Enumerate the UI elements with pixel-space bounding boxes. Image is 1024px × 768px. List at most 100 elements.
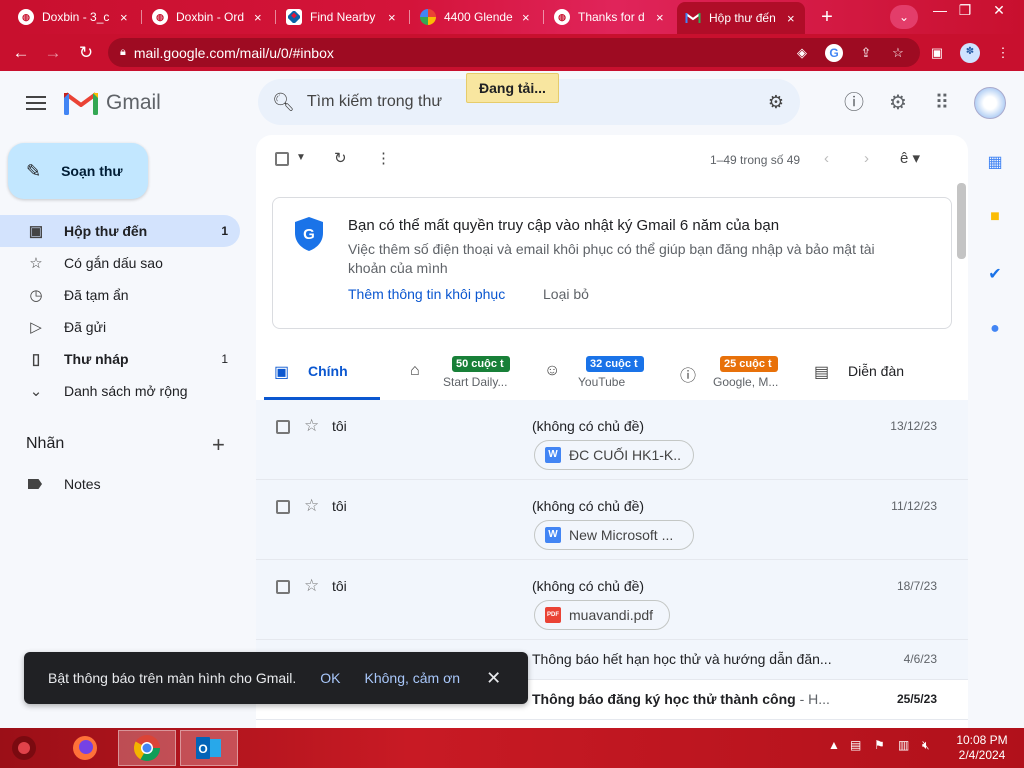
- account-avatar[interactable]: [974, 87, 1006, 119]
- tab-divider: [409, 10, 410, 24]
- select-all-checkbox[interactable]: [275, 152, 289, 166]
- close-icon[interactable]: ✕: [486, 668, 501, 689]
- input-tools-icon[interactable]: ê ▾: [900, 149, 920, 167]
- attachment-chip[interactable]: W ĐC CUỐI HK1-K...: [534, 440, 694, 470]
- browser-tab[interactable]: Find Nearby ×: [278, 3, 406, 31]
- system-clock[interactable]: 10:08 PM 2/4/2024: [952, 733, 1012, 763]
- nav-inbox[interactable]: ▣ Hộp thư đến 1: [0, 215, 240, 247]
- star-icon[interactable]: ☆: [304, 496, 319, 516]
- settings-gear-icon[interactable]: ⚙: [886, 91, 910, 115]
- action-center-flag-icon[interactable]: ⚑: [874, 738, 885, 752]
- side-panel-icon[interactable]: ▣: [928, 44, 946, 62]
- taskbar-outlook[interactable]: O: [180, 730, 238, 766]
- next-page-icon[interactable]: ›: [864, 150, 869, 167]
- prev-page-icon[interactable]: ‹: [824, 150, 829, 167]
- volume-muted-icon[interactable]: 🔇︎: [922, 738, 930, 753]
- row-checkbox[interactable]: [276, 420, 290, 434]
- compose-button[interactable]: ✎ Soạn thư: [8, 143, 148, 199]
- notification-snackbar: Bật thông báo trên màn hình cho Gmail. O…: [24, 652, 528, 704]
- attachment-chip[interactable]: PDF muavandi.pdf: [534, 600, 670, 630]
- more-options-icon[interactable]: ⋮: [376, 149, 391, 167]
- tab-primary[interactable]: ▣ Chính: [264, 345, 380, 400]
- new-tab-button[interactable]: +: [815, 5, 839, 29]
- tab-search-button[interactable]: ⌄: [890, 5, 918, 29]
- help-icon[interactable]: ⓘ: [842, 91, 866, 115]
- search-icon[interactable]: 🔍︎: [272, 92, 295, 113]
- browser-tab-active[interactable]: Hộp thư đến ×: [677, 2, 805, 34]
- select-dropdown-icon[interactable]: ▼: [296, 152, 306, 163]
- nav-snoozed[interactable]: ◷ Đã tạm ẩn: [0, 279, 240, 311]
- tray-network-share-icon[interactable]: ▤: [850, 738, 861, 752]
- snackbar-no-button[interactable]: Không, cảm ơn: [365, 670, 461, 686]
- restore-icon[interactable]: ❐: [950, 2, 980, 19]
- star-icon[interactable]: ☆: [304, 416, 319, 436]
- outlook-icon: O: [196, 737, 221, 759]
- close-icon[interactable]: ×: [785, 11, 797, 26]
- tab-updates[interactable]: ⓘ 25 cuộc t Google, M...: [670, 345, 800, 400]
- label-notes[interactable]: Notes: [0, 470, 240, 498]
- window-close-icon[interactable]: ✕: [984, 2, 1014, 19]
- row-checkbox[interactable]: [276, 580, 290, 594]
- share-icon[interactable]: ⇪: [857, 44, 875, 62]
- tasks-icon[interactable]: ✔: [980, 264, 1010, 288]
- add-recovery-link[interactable]: Thêm thông tin khôi phục: [348, 286, 505, 302]
- tray-expand-icon[interactable]: ▲: [828, 738, 840, 752]
- nav-sent[interactable]: ▷ Đã gửi: [0, 311, 240, 343]
- close-icon[interactable]: ×: [520, 10, 532, 25]
- search-options-icon[interactable]: ⚙︎: [768, 92, 784, 113]
- close-icon[interactable]: ×: [654, 10, 666, 25]
- profile-avatar-icon[interactable]: ✽: [960, 43, 980, 63]
- browser-tab[interactable]: 4400 Glende ×: [412, 3, 540, 31]
- back-arrow-icon[interactable]: ←: [10, 42, 32, 64]
- tab-social[interactable]: ☺ 32 cuộc t YouTube: [534, 345, 664, 400]
- main-menu-icon[interactable]: [26, 96, 46, 112]
- attachment-chip[interactable]: W New Microsoft ...: [534, 520, 694, 550]
- taskbar-chrome[interactable]: [118, 730, 176, 766]
- tab-promotions[interactable]: ⌂ 50 cuộc t Start Daily...: [400, 345, 530, 400]
- email-subject: Thông báo hết hạn học thử và hướng dẫn đ…: [532, 651, 832, 667]
- row-checkbox[interactable]: [276, 500, 290, 514]
- apps-grid-icon[interactable]: ⠿: [930, 91, 954, 115]
- browser-tab[interactable]: ◍ Thanks for d ×: [546, 3, 674, 31]
- nav-drafts[interactable]: ▯ Thư nháp 1: [0, 343, 240, 375]
- pencil-icon: ✎: [26, 160, 42, 181]
- start-button[interactable]: [4, 730, 44, 766]
- star-icon[interactable]: ☆: [304, 576, 319, 596]
- email-row[interactable]: ☆ tôi (không có chủ đề) 11/12/23 W New M…: [256, 480, 968, 560]
- search-input[interactable]: Tìm kiếm trong thư: [307, 93, 442, 111]
- email-row[interactable]: ☆ tôi (không có chủ đề) 18/7/23 PDF muav…: [256, 560, 968, 640]
- bookmark-star-icon[interactable]: ☆: [889, 44, 907, 62]
- browser-tab[interactable]: ◍ Doxbin - Ord ×: [144, 3, 272, 31]
- dismiss-banner-link[interactable]: Loại bỏ: [543, 286, 589, 302]
- browser-menu-icon[interactable]: ⋮: [994, 44, 1012, 62]
- taskbar-firefox[interactable]: [62, 730, 108, 766]
- inbox-scrollbar[interactable]: [957, 183, 966, 259]
- tab-forums[interactable]: ▤ Diễn đàn: [804, 345, 934, 400]
- gmail-logo-icon[interactable]: [64, 90, 98, 116]
- close-icon[interactable]: ×: [252, 10, 264, 25]
- browser-toolbar: ← → ↻ 🔒︎ mail.google.com/mail/u/0/#inbox…: [0, 34, 1024, 71]
- browser-tab[interactable]: ◍ Doxbin - 3_c ×: [10, 3, 138, 31]
- pdf-icon: PDF: [545, 607, 561, 623]
- nav-more[interactable]: ⌄ Danh sách mở rộng: [0, 375, 240, 407]
- close-icon[interactable]: ×: [118, 10, 130, 25]
- labels-heading: Nhãn: [26, 435, 65, 452]
- snackbar-ok-button[interactable]: OK: [320, 670, 340, 686]
- label-tag-icon: [28, 479, 42, 489]
- contacts-icon[interactable]: ●: [980, 320, 1010, 344]
- calendar-icon[interactable]: ▦: [980, 152, 1010, 176]
- tab-label: Find Nearby: [310, 10, 376, 24]
- google-icon[interactable]: G: [825, 44, 843, 62]
- keep-icon[interactable]: ■: [980, 208, 1010, 232]
- add-label-button[interactable]: +: [212, 432, 225, 458]
- network-icon[interactable]: ▥: [898, 738, 909, 752]
- address-bar[interactable]: 🔒︎ mail.google.com/mail/u/0/#inbox ◈ G ⇪…: [108, 38, 920, 67]
- forward-arrow-icon[interactable]: →: [42, 42, 64, 64]
- email-row[interactable]: ☆ tôi (không có chủ đề) 13/12/23 W ĐC CU…: [256, 400, 968, 480]
- nav-starred[interactable]: ☆ Có gắn dấu sao: [0, 247, 240, 279]
- email-date: 13/12/23: [890, 419, 937, 433]
- reload-icon[interactable]: ↻: [75, 42, 97, 64]
- extension-icon[interactable]: ◈: [793, 44, 811, 62]
- refresh-icon[interactable]: ↻: [334, 149, 347, 167]
- close-icon[interactable]: ×: [386, 10, 398, 25]
